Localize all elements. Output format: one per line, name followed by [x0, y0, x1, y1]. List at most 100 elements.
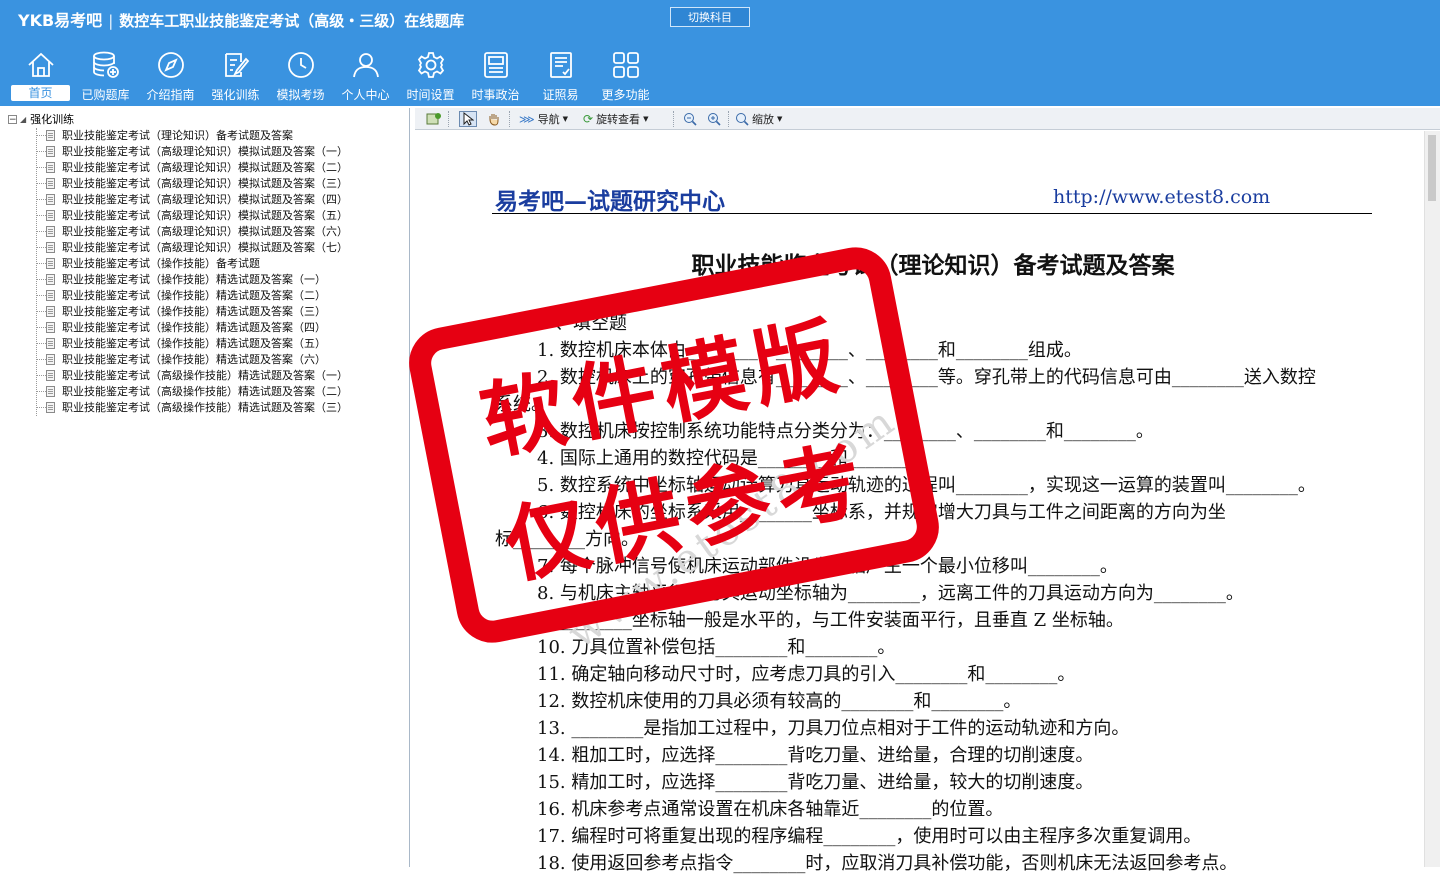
nav-more[interactable]: 更多功能 — [593, 48, 658, 104]
nav-label: 模拟考场 — [276, 88, 325, 102]
nav-certificate[interactable]: 证照易 — [528, 48, 593, 104]
zoom-dropdown[interactable]: 缩放 ▼ — [735, 111, 782, 127]
document-icon — [46, 289, 55, 301]
nav-time-settings[interactable]: 时间设置 — [398, 48, 463, 104]
tree-item[interactable]: 职业技能鉴定考试（高级理论知识）模拟试题及答案（二） — [36, 159, 348, 175]
hand-tool-button[interactable] — [485, 111, 503, 127]
nav-current-affairs[interactable]: 时事政治 — [463, 48, 528, 104]
document-icon — [46, 369, 55, 381]
select-tool-button[interactable] — [459, 111, 477, 127]
document-icon — [46, 177, 55, 189]
app-brand: YKB易考吧 | 数控车工职业技能鉴定考试（高级・三级）在线题库 — [18, 7, 464, 31]
brand-separator: | — [108, 12, 114, 30]
tree-item-label: 职业技能鉴定考试（高级理论知识）模拟试题及答案（二） — [62, 161, 348, 174]
zoom-label: 缩放 — [752, 113, 774, 126]
grid-icon — [613, 52, 639, 78]
document-icon — [46, 161, 55, 173]
scrollbar-thumb[interactable] — [1428, 135, 1436, 201]
question-line: 16. 机床参考点通常设置在机床各轴靠近________的位置。 — [537, 799, 1004, 820]
certificate-icon — [550, 52, 572, 78]
tree-item[interactable]: 职业技能鉴定考试（高级操作技能）精选试题及答案（二） — [36, 383, 348, 399]
tree-item[interactable]: 职业技能鉴定考试（操作技能）精选试题及答案（四） — [36, 319, 326, 335]
tree-item[interactable]: 职业技能鉴定考试（高级理论知识）模拟试题及答案（三） — [36, 175, 348, 191]
nav-label: 介绍指南 — [146, 88, 195, 102]
tree-item-label: 职业技能鉴定考试（操作技能）精选试题及答案（四） — [62, 321, 326, 334]
zoom-out-button[interactable] — [681, 111, 699, 127]
nav-label: 强化训练 — [211, 88, 260, 102]
tree-item[interactable]: 职业技能鉴定考试（高级理论知识）模拟试题及答案（四） — [36, 191, 348, 207]
vertical-scrollbar[interactable] — [1424, 131, 1440, 867]
nav-training[interactable]: 强化训练 — [203, 48, 268, 104]
nav-label: 证照易 — [542, 88, 579, 102]
tree-item[interactable]: 职业技能鉴定考试（操作技能）精选试题及答案（二） — [36, 287, 326, 303]
navigation-dropdown[interactable]: ⋙ 导航 ▼ — [519, 111, 568, 127]
document-icon — [46, 273, 55, 285]
user-icon — [353, 53, 379, 78]
tree-item[interactable]: 职业技能鉴定考试（高级理论知识）模拟试题及答案（七） — [36, 239, 348, 255]
tree-item[interactable]: 职业技能鉴定考试（操作技能）精选试题及答案（一） — [36, 271, 326, 287]
document-header-url: http://www.etest8.com — [1053, 186, 1271, 208]
tree-item-label: 职业技能鉴定考试（高级操作技能）精选试题及答案（三） — [62, 401, 348, 414]
tree-item[interactable]: 职业技能鉴定考试（操作技能）精选试题及答案（五） — [36, 335, 326, 351]
magnifier-icon — [736, 113, 749, 126]
tree-item-label: 职业技能鉴定考试（高级理论知识）模拟试题及答案（五） — [62, 209, 348, 222]
question-line: 12. 数控机床使用的刀具必须有较高的________和________。 — [537, 691, 1022, 712]
viewer-toolbar: ⋙ 导航 ▼ ⟳ 旋转查看 ▼ 缩放 ▼ — [415, 108, 1440, 130]
question-line: 14. 粗加工时，应选择________背吃刀量、进给量，合理的切削速度。 — [537, 745, 1094, 766]
tree-item[interactable]: 职业技能鉴定考试（高级操作技能）精选试题及答案（一） — [36, 367, 348, 383]
document-icon — [46, 305, 55, 317]
top-bar: YKB易考吧 | 数控车工职业技能鉴定考试（高级・三级）在线题库 切换科目 首页 已… — [0, 0, 1440, 106]
app-logo: YKB易考吧 — [18, 11, 103, 30]
tree-item-label: 职业技能鉴定考试（高级理论知识）模拟试题及答案（四） — [62, 193, 348, 206]
tree-item[interactable]: 职业技能鉴定考试（高级理论知识）模拟试题及答案（一） — [36, 143, 348, 159]
document-icon — [46, 225, 55, 237]
switch-subject-button[interactable]: 切换科目 — [670, 7, 750, 27]
document-icon — [46, 129, 55, 141]
nav-personal[interactable]: 个人中心 — [333, 48, 398, 104]
collapse-toggle[interactable]: − — [8, 114, 17, 124]
nav-purchased[interactable]: 已购题库 — [73, 48, 138, 104]
question-line: 17. 编程时可将重复出现的程序编程________，使用时可以由主程序多次重复… — [537, 826, 1202, 847]
tree-item[interactable]: 职业技能鉴定考试（理论知识）备考试题及答案 — [36, 127, 293, 143]
tree-item[interactable]: 职业技能鉴定考试（高级操作技能）精选试题及答案（三） — [36, 399, 348, 415]
database-icon — [93, 51, 119, 78]
chevron-down-icon: ▼ — [562, 115, 569, 123]
tree-root[interactable]: − ◢ 强化训练 — [8, 111, 74, 127]
thumbnails-icon — [426, 113, 441, 125]
pointer-icon — [463, 112, 474, 126]
tree-item[interactable]: 职业技能鉴定考试（高级理论知识）模拟试题及答案（六） — [36, 223, 348, 239]
document-header-left: 易考吧—试题研究中心 — [495, 188, 725, 215]
tree-item[interactable]: 职业技能鉴定考试（操作技能）备考试题 — [36, 255, 260, 271]
zoom-in-button[interactable] — [705, 111, 723, 127]
tree-arrow-icon: ◢ — [20, 114, 27, 124]
tree-item-label: 职业技能鉴定考试（操作技能）精选试题及答案（二） — [62, 289, 326, 302]
nav-home[interactable]: 首页 — [8, 48, 73, 104]
compass-icon — [158, 52, 184, 78]
rotate-dropdown[interactable]: ⟳ 旋转查看 ▼ — [583, 111, 648, 127]
nav-label: 个人中心 — [341, 88, 390, 102]
main-nav: 首页 已购题库 介绍指南 强化训练 模拟考场 个人中心 时间设置 时事政治 证照… — [8, 48, 658, 104]
document-icon — [46, 353, 55, 365]
tree-item-label: 职业技能鉴定考试（理论知识）备考试题及答案 — [62, 129, 293, 142]
edit-icon — [225, 53, 250, 77]
navigation-label: 导航 — [537, 113, 560, 126]
tree-item-label: 职业技能鉴定考试（高级操作技能）精选试题及答案（二） — [62, 385, 348, 398]
tree-item[interactable]: 职业技能鉴定考试（操作技能）精选试题及答案（六） — [36, 351, 326, 367]
nav-mock-exam[interactable]: 模拟考场 — [268, 48, 333, 104]
chevron-down-icon: ▼ — [643, 115, 649, 123]
tree-item-label: 职业技能鉴定考试（操作技能）精选试题及答案（五） — [62, 337, 326, 350]
news-icon — [484, 52, 508, 78]
sidebar-tree: − ◢ 强化训练 职业技能鉴定考试（理论知识）备考试题及答案 职业技能鉴定考试（… — [0, 108, 410, 867]
nav-guide[interactable]: 介绍指南 — [138, 48, 203, 104]
nav-label: 已购题库 — [81, 88, 130, 102]
gear-icon — [417, 52, 445, 78]
tree-item-label: 职业技能鉴定考试（操作技能）精选试题及答案（一） — [62, 273, 326, 286]
document-icon — [46, 337, 55, 349]
nav-label: 时间设置 — [406, 88, 455, 102]
nav-arrows-icon: ⋙ — [519, 112, 535, 126]
clock-icon — [288, 52, 314, 78]
hand-icon — [489, 114, 499, 126]
tree-item[interactable]: 职业技能鉴定考试（高级理论知识）模拟试题及答案（五） — [36, 207, 348, 223]
thumbnails-button[interactable] — [425, 111, 443, 127]
tree-item[interactable]: 职业技能鉴定考试（操作技能）精选试题及答案（三） — [36, 303, 326, 319]
